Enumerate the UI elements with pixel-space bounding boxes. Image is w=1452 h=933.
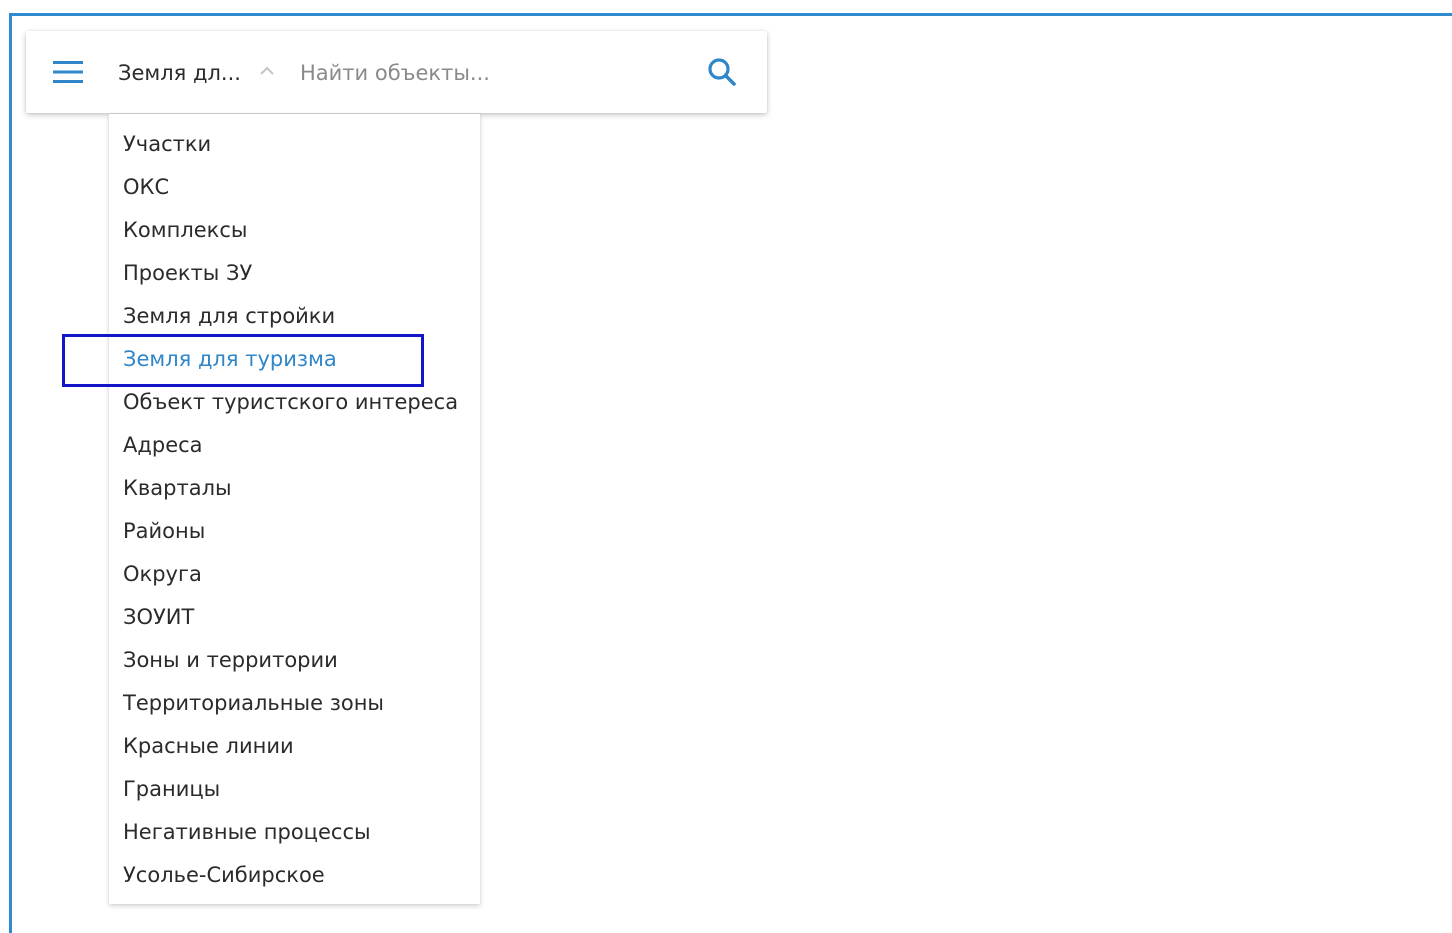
search-input[interactable] [300, 56, 680, 90]
dropdown-item-kvartaly[interactable]: Кварталы [123, 472, 458, 515]
dropdown-item-zony-i-territorii[interactable]: Зоны и территории [123, 644, 458, 687]
dropdown-item-zemlya-dlya-turizma[interactable]: Земля для туризма [123, 343, 458, 386]
dropdown-item-granitsy[interactable]: Границы [123, 773, 458, 816]
dropdown-item-proekty-zu[interactable]: Проекты ЗУ [123, 257, 458, 300]
dropdown-item-okruga[interactable]: Округа [123, 558, 458, 601]
dropdown-item-kompleksy[interactable]: Комплексы [123, 214, 458, 257]
layer-dropdown-list: Участки ОКС Комплексы Проекты ЗУ Земля д… [123, 128, 458, 902]
dropdown-item-negativnye-protsessy[interactable]: Негативные процессы [123, 816, 458, 859]
dropdown-item-zemlya-dlya-stroyki[interactable]: Земля для стройки [123, 300, 458, 343]
dropdown-item-zouit[interactable]: ЗОУИТ [123, 601, 458, 644]
layer-select-value: Земля дл... [118, 61, 241, 85]
chevron-up-icon[interactable] [258, 64, 276, 78]
dropdown-item-territorialnye-zony[interactable]: Территориальные зоны [123, 687, 458, 730]
dropdown-item-obekt-turistskogo-interesa[interactable]: Объект туристского интереса [123, 386, 458, 429]
dropdown-item-oks[interactable]: ОКС [123, 171, 458, 214]
dropdown-item-rayony[interactable]: Районы [123, 515, 458, 558]
dropdown-item-uchastki[interactable]: Участки [123, 128, 458, 171]
search-icon[interactable] [706, 56, 738, 88]
hamburger-menu-icon[interactable] [53, 60, 83, 84]
layer-select[interactable]: Земля дл... [118, 58, 241, 88]
dropdown-item-usolye-sibirskoe[interactable]: Усолье-Сибирское [123, 859, 458, 902]
dropdown-item-adresa[interactable]: Адреса [123, 429, 458, 472]
layer-dropdown: Участки ОКС Комплексы Проекты ЗУ Земля д… [109, 114, 480, 904]
dropdown-item-krasnye-linii[interactable]: Красные линии [123, 730, 458, 773]
